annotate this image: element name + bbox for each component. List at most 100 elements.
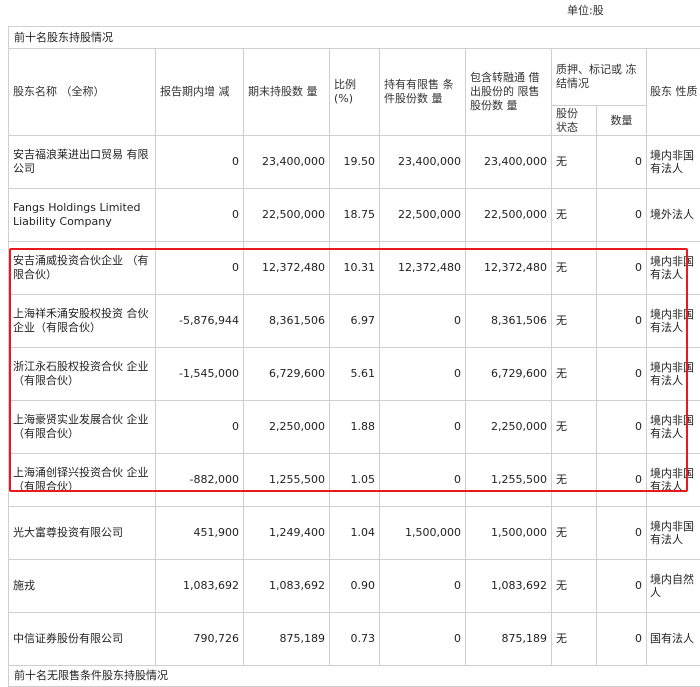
pledge-qty-value: 0 <box>597 242 647 295</box>
shareholder-name: 中信证券股份有限公司 <box>9 613 156 666</box>
restricted-value: 0 <box>380 295 466 348</box>
change-value: -1,545,000 <box>156 348 244 401</box>
incl-margin-value: 8,361,506 <box>466 295 552 348</box>
shareholder-name: 光大富尊投资有限公司 <box>9 507 156 560</box>
incl-margin-value: 12,372,480 <box>466 242 552 295</box>
shareholder-name: Fangs Holdings Limited Liability Company <box>9 189 156 242</box>
table-row: 浙江永石股权投资合伙 企业（有限合伙）-1,545,0006,729,6005.… <box>9 348 700 401</box>
change-value: 0 <box>156 242 244 295</box>
section-title: 前十名股东持股情况 <box>9 27 700 49</box>
incl-margin-value: 875,189 <box>466 613 552 666</box>
table-row: 安吉涌威投资合伙企业 （有限合伙）012,372,48010.3112,372,… <box>9 242 700 295</box>
header-restricted-shares: 持有有限售 条件股份数 量 <box>380 49 466 136</box>
table-row: 上海祥禾涌安股权投资 合伙企业（有限合伙）-5,876,9448,361,506… <box>9 295 700 348</box>
nature-value: 境内非国有法人 <box>647 401 700 454</box>
end-holding-value: 22,500,000 <box>244 189 330 242</box>
change-value: 1,083,692 <box>156 560 244 613</box>
table-row: 上海涌创铎兴投资合伙 企业（有限合伙）-882,0001,255,5001.05… <box>9 454 700 507</box>
pledge-qty-value: 0 <box>597 295 647 348</box>
incl-margin-value: 23,400,000 <box>466 136 552 189</box>
nature-value: 境内非国有法人 <box>647 348 700 401</box>
change-value: -882,000 <box>156 454 244 507</box>
end-holding-value: 2,250,000 <box>244 401 330 454</box>
pledge-status-value: 无 <box>552 348 597 401</box>
pledge-status-value: 无 <box>552 242 597 295</box>
header-shareholder-name: 股东名称 （全称） <box>9 49 156 136</box>
ratio-value: 0.90 <box>330 560 380 613</box>
table-row: 施戎1,083,6921,083,6920.9001,083,692无0境内自然… <box>9 560 700 613</box>
restricted-value: 0 <box>380 560 466 613</box>
footer-section-title: 前十名无限售条件股东持股情况 <box>9 666 700 687</box>
ratio-value: 19.50 <box>330 136 380 189</box>
change-value: -5,876,944 <box>156 295 244 348</box>
pledge-qty-value: 0 <box>597 348 647 401</box>
restricted-value: 22,500,000 <box>380 189 466 242</box>
shareholder-name: 上海豪贤实业发展合伙 企业（有限合伙） <box>9 401 156 454</box>
pledge-qty-value: 0 <box>597 189 647 242</box>
incl-margin-value: 1,083,692 <box>466 560 552 613</box>
restricted-value: 12,372,480 <box>380 242 466 295</box>
incl-margin-value: 6,729,600 <box>466 348 552 401</box>
unit-label: 单位:股 <box>567 2 604 18</box>
ratio-value: 0.73 <box>330 613 380 666</box>
change-value: 0 <box>156 189 244 242</box>
restricted-value: 0 <box>380 401 466 454</box>
restricted-value: 1,500,000 <box>380 507 466 560</box>
table-row: 上海豪贤实业发展合伙 企业（有限合伙）02,250,0001.8802,250,… <box>9 401 700 454</box>
incl-margin-value: 2,250,000 <box>466 401 552 454</box>
nature-value: 境内非国有法人 <box>647 454 700 507</box>
change-value: 0 <box>156 401 244 454</box>
change-value: 790,726 <box>156 613 244 666</box>
pledge-qty-value: 0 <box>597 401 647 454</box>
ratio-value: 1.05 <box>330 454 380 507</box>
restricted-value: 23,400,000 <box>380 136 466 189</box>
end-holding-value: 1,255,500 <box>244 454 330 507</box>
change-value: 0 <box>156 136 244 189</box>
header-pledge: 质押、标记或 冻结情况 <box>552 49 647 106</box>
nature-value: 境内非国有法人 <box>647 507 700 560</box>
ratio-value: 6.97 <box>330 295 380 348</box>
ratio-value: 10.31 <box>330 242 380 295</box>
pledge-status-value: 无 <box>552 189 597 242</box>
restricted-value: 0 <box>380 613 466 666</box>
table-row: 光大富尊投资有限公司451,9001,249,4001.041,500,0001… <box>9 507 700 560</box>
nature-value: 境内非国有法人 <box>647 295 700 348</box>
end-holding-value: 1,249,400 <box>244 507 330 560</box>
pledge-status-value: 无 <box>552 507 597 560</box>
end-holding-value: 6,729,600 <box>244 348 330 401</box>
nature-value: 国有法人 <box>647 613 700 666</box>
header-end-holding: 期末持股数 量 <box>244 49 330 136</box>
header-pledge-qty: 数量 <box>597 106 647 136</box>
ratio-value: 5.61 <box>330 348 380 401</box>
end-holding-value: 875,189 <box>244 613 330 666</box>
shareholder-name: 上海涌创铎兴投资合伙 企业（有限合伙） <box>9 454 156 507</box>
pledge-qty-value: 0 <box>597 613 647 666</box>
change-value: 451,900 <box>156 507 244 560</box>
restricted-value: 0 <box>380 454 466 507</box>
nature-value: 境内非国有法人 <box>647 136 700 189</box>
pledge-qty-value: 0 <box>597 454 647 507</box>
pledge-status-value: 无 <box>552 295 597 348</box>
header-incl-margin-lending: 包含转融通 借出股份的 限售股份数 量 <box>466 49 552 136</box>
shareholder-name: 浙江永石股权投资合伙 企业（有限合伙） <box>9 348 156 401</box>
shareholder-name: 安吉福浪莱进出口贸易 有限公司 <box>9 136 156 189</box>
pledge-status-value: 无 <box>552 613 597 666</box>
shareholder-table: 前十名股东持股情况 股东名称 （全称） 报告期内增 减 期末持股数 量 比例 (… <box>8 26 700 687</box>
header-pledge-status: 股份 状态 <box>552 106 597 136</box>
end-holding-value: 8,361,506 <box>244 295 330 348</box>
end-holding-value: 12,372,480 <box>244 242 330 295</box>
table-row: 中信证券股份有限公司790,726875,1890.730875,189无0国有… <box>9 613 700 666</box>
pledge-qty-value: 0 <box>597 560 647 613</box>
header-change: 报告期内增 减 <box>156 49 244 136</box>
incl-margin-value: 22,500,000 <box>466 189 552 242</box>
ratio-value: 1.04 <box>330 507 380 560</box>
shareholder-name: 安吉涌威投资合伙企业 （有限合伙） <box>9 242 156 295</box>
nature-value: 境外法人 <box>647 189 700 242</box>
nature-value: 境内非国有法人 <box>647 242 700 295</box>
pledge-status-value: 无 <box>552 454 597 507</box>
end-holding-value: 23,400,000 <box>244 136 330 189</box>
pledge-status-value: 无 <box>552 560 597 613</box>
table-row: Fangs Holdings Limited Liability Company… <box>9 189 700 242</box>
ratio-value: 18.75 <box>330 189 380 242</box>
pledge-status-value: 无 <box>552 401 597 454</box>
